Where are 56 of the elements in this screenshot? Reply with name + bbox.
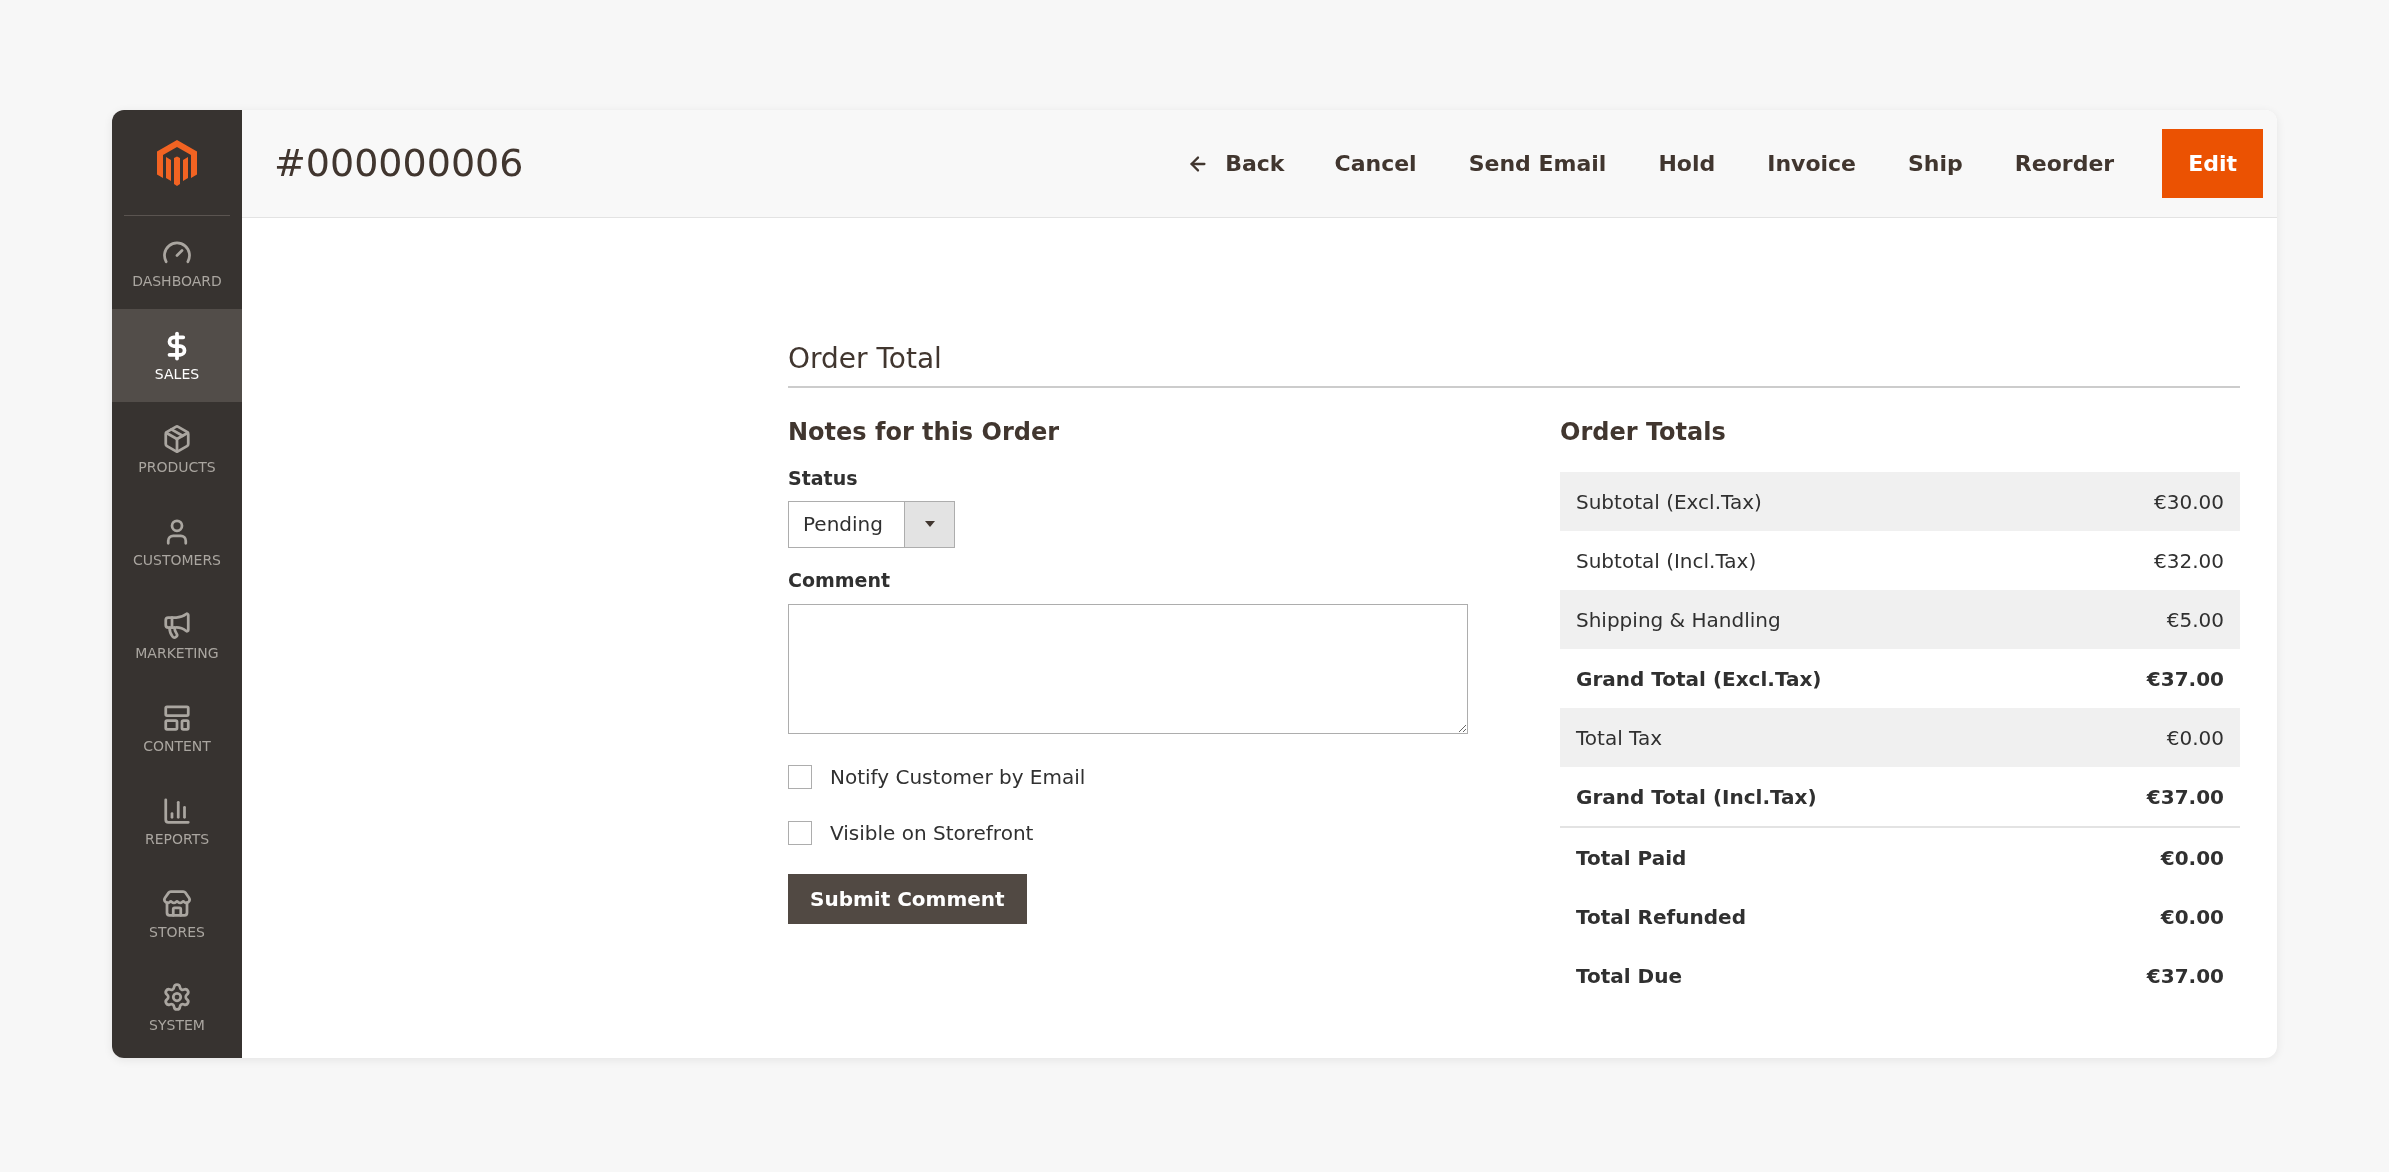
status-select[interactable]: Pending (788, 500, 955, 548)
toolbar-button[interactable]: Reorder (1990, 129, 2139, 198)
checkbox[interactable] (788, 821, 812, 845)
layout-icon (162, 702, 192, 733)
totals-label: Total Refunded (1576, 903, 1746, 931)
settings-icon (162, 981, 192, 1012)
sidebar-item[interactable]: REPORTS (112, 774, 242, 867)
totals-label: Subtotal (Excl.Tax) (1576, 488, 1762, 516)
toolbar-button[interactable]: Hold (1634, 129, 1740, 198)
sidebar-item[interactable]: CUSTOMERS (112, 495, 242, 588)
notes-heading: Notes for this Order (788, 417, 1060, 448)
toolbar-button[interactable]: Ship (1884, 129, 1987, 198)
sidebar-item[interactable]: MARKETING (112, 588, 242, 681)
totals-value: €30.00 (2154, 488, 2224, 516)
totals-value: €0.00 (2166, 724, 2224, 752)
section-title: Order Total (788, 342, 942, 375)
totals-value: €0.00 (2160, 903, 2224, 931)
sidebar-item[interactable]: SYSTEM (112, 960, 242, 1053)
totals-value: €0.00 (2160, 844, 2224, 872)
totals-value: €37.00 (2146, 783, 2224, 811)
sidebar-item[interactable]: STORES (112, 867, 242, 960)
totals-value: €37.00 (2146, 665, 2224, 693)
comment-field[interactable] (788, 604, 1468, 734)
bar-chart-icon (162, 795, 192, 826)
checkbox-label: Visible on Storefront (830, 820, 1034, 847)
totals-value: €5.00 (2166, 606, 2224, 634)
totals-heading: Order Totals (1560, 417, 1727, 448)
totals-label: Total Due (1576, 962, 1682, 990)
checkbox[interactable] (788, 765, 812, 789)
storefront-icon (162, 888, 192, 919)
page-title: #000000006 (274, 140, 524, 187)
logo-icon (157, 139, 197, 186)
sidebar-item[interactable]: SALES (112, 309, 242, 402)
sidebar-item[interactable]: CONTENT (112, 681, 242, 774)
toolbar-button[interactable]: Invoice (1743, 129, 1880, 198)
totals-label: Subtotal (Incl.Tax) (1576, 547, 1757, 575)
totals-value: €32.00 (2154, 547, 2224, 575)
totals-label: Total Paid (1576, 844, 1687, 872)
sidebar-item[interactable]: PRODUCTS (112, 402, 242, 495)
sidebar-item[interactable]: DASHBOARD (112, 216, 242, 309)
caret-icon (924, 521, 935, 527)
totals-label: Grand Total (Excl.Tax) (1576, 665, 1822, 693)
comment-label: Comment (788, 567, 891, 593)
totals-value: €37.00 (2146, 962, 2224, 990)
toolbar-button[interactable]: Cancel (1310, 129, 1441, 198)
megaphone-icon (162, 609, 192, 640)
box-icon (162, 423, 192, 454)
submit-comment-button[interactable]: Submit Comment (788, 874, 1027, 924)
status-label: Status (788, 466, 858, 491)
totals-label: Total Tax (1576, 724, 1663, 752)
edit-button[interactable]: Edit (2162, 129, 2263, 198)
toolbar-button[interactable]: Send Email (1444, 129, 1631, 198)
totals-label: Shipping & Handling (1576, 606, 1781, 634)
totals-label: Grand Total (Incl.Tax) (1576, 783, 1817, 811)
back-button[interactable]: Back (1165, 129, 1307, 198)
checkbox-label: Notify Customer by Email (830, 764, 1086, 791)
